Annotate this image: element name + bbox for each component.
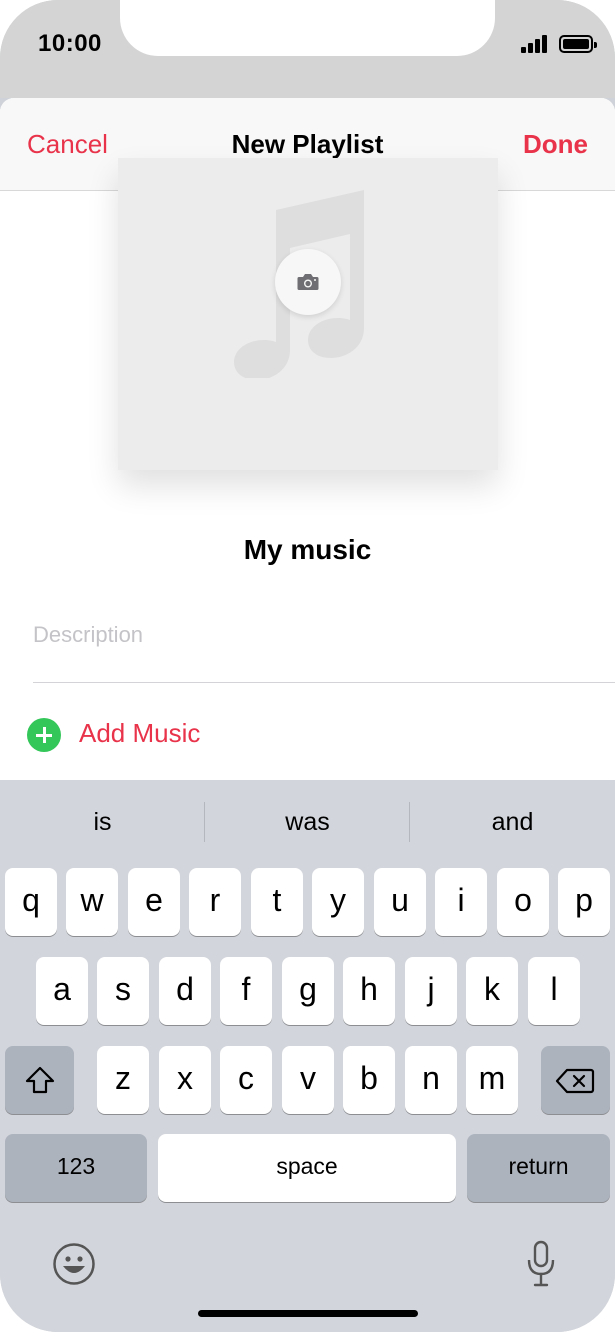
home-indicator[interactable] xyxy=(198,1310,418,1317)
key-c[interactable]: c xyxy=(220,1046,272,1114)
signal-icon xyxy=(521,35,549,53)
status-time: 10:00 xyxy=(38,30,102,57)
done-button[interactable]: Done xyxy=(523,129,588,160)
space-key[interactable]: space xyxy=(158,1134,456,1202)
description-field[interactable]: Description xyxy=(33,622,143,648)
key-f[interactable]: f xyxy=(220,957,272,1025)
phone-screen: 10:00 Cancel New Playlist Done My music … xyxy=(0,0,615,1332)
numbers-key[interactable]: 123 xyxy=(5,1134,147,1202)
suggestion-item[interactable]: is xyxy=(0,808,205,837)
key-t[interactable]: t xyxy=(251,868,303,936)
suggestion-item[interactable]: and xyxy=(410,808,615,837)
camera-icon xyxy=(297,274,319,290)
key-u[interactable]: u xyxy=(374,868,426,936)
status-bar: 10:00 xyxy=(0,0,615,98)
key-q[interactable]: q xyxy=(5,868,57,936)
key-e[interactable]: e xyxy=(128,868,180,936)
new-playlist-sheet: Cancel New Playlist Done My music Descri… xyxy=(0,98,615,788)
key-v[interactable]: v xyxy=(282,1046,334,1114)
key-m[interactable]: m xyxy=(466,1046,518,1114)
suggestion-item[interactable]: was xyxy=(205,808,410,837)
battery-icon xyxy=(559,35,597,53)
key-b[interactable]: b xyxy=(343,1046,395,1114)
key-r[interactable]: r xyxy=(189,868,241,936)
key-g[interactable]: g xyxy=(282,957,334,1025)
key-j[interactable]: j xyxy=(405,957,457,1025)
divider xyxy=(33,682,615,683)
add-music-label: Add Music xyxy=(79,718,201,748)
notch xyxy=(120,0,495,56)
key-a[interactable]: a xyxy=(36,957,88,1025)
shift-icon xyxy=(25,1066,55,1094)
backspace-icon xyxy=(555,1068,595,1094)
playlist-artwork[interactable] xyxy=(118,158,498,470)
key-y[interactable]: y xyxy=(312,868,364,936)
suggestion-bar: is was and xyxy=(0,780,615,866)
key-h[interactable]: h xyxy=(343,957,395,1025)
key-z[interactable]: z xyxy=(97,1046,149,1114)
microphone-icon[interactable] xyxy=(526,1240,556,1288)
playlist-name-field[interactable]: My music xyxy=(0,534,615,566)
return-key[interactable]: return xyxy=(467,1134,610,1202)
camera-button[interactable] xyxy=(275,249,341,315)
key-l[interactable]: l xyxy=(528,957,580,1025)
key-i[interactable]: i xyxy=(435,868,487,936)
emoji-icon[interactable] xyxy=(52,1242,96,1286)
key-s[interactable]: s xyxy=(97,957,149,1025)
key-w[interactable]: w xyxy=(66,868,118,936)
key-x[interactable]: x xyxy=(159,1046,211,1114)
key-d[interactable]: d xyxy=(159,957,211,1025)
delete-key[interactable] xyxy=(541,1046,610,1114)
plus-icon xyxy=(27,718,61,752)
key-n[interactable]: n xyxy=(405,1046,457,1114)
key-k[interactable]: k xyxy=(466,957,518,1025)
keyboard: is was and q w e r t y u i o p a s d f g… xyxy=(0,780,615,1332)
key-p[interactable]: p xyxy=(558,868,610,936)
key-o[interactable]: o xyxy=(497,868,549,936)
shift-key[interactable] xyxy=(5,1046,74,1114)
